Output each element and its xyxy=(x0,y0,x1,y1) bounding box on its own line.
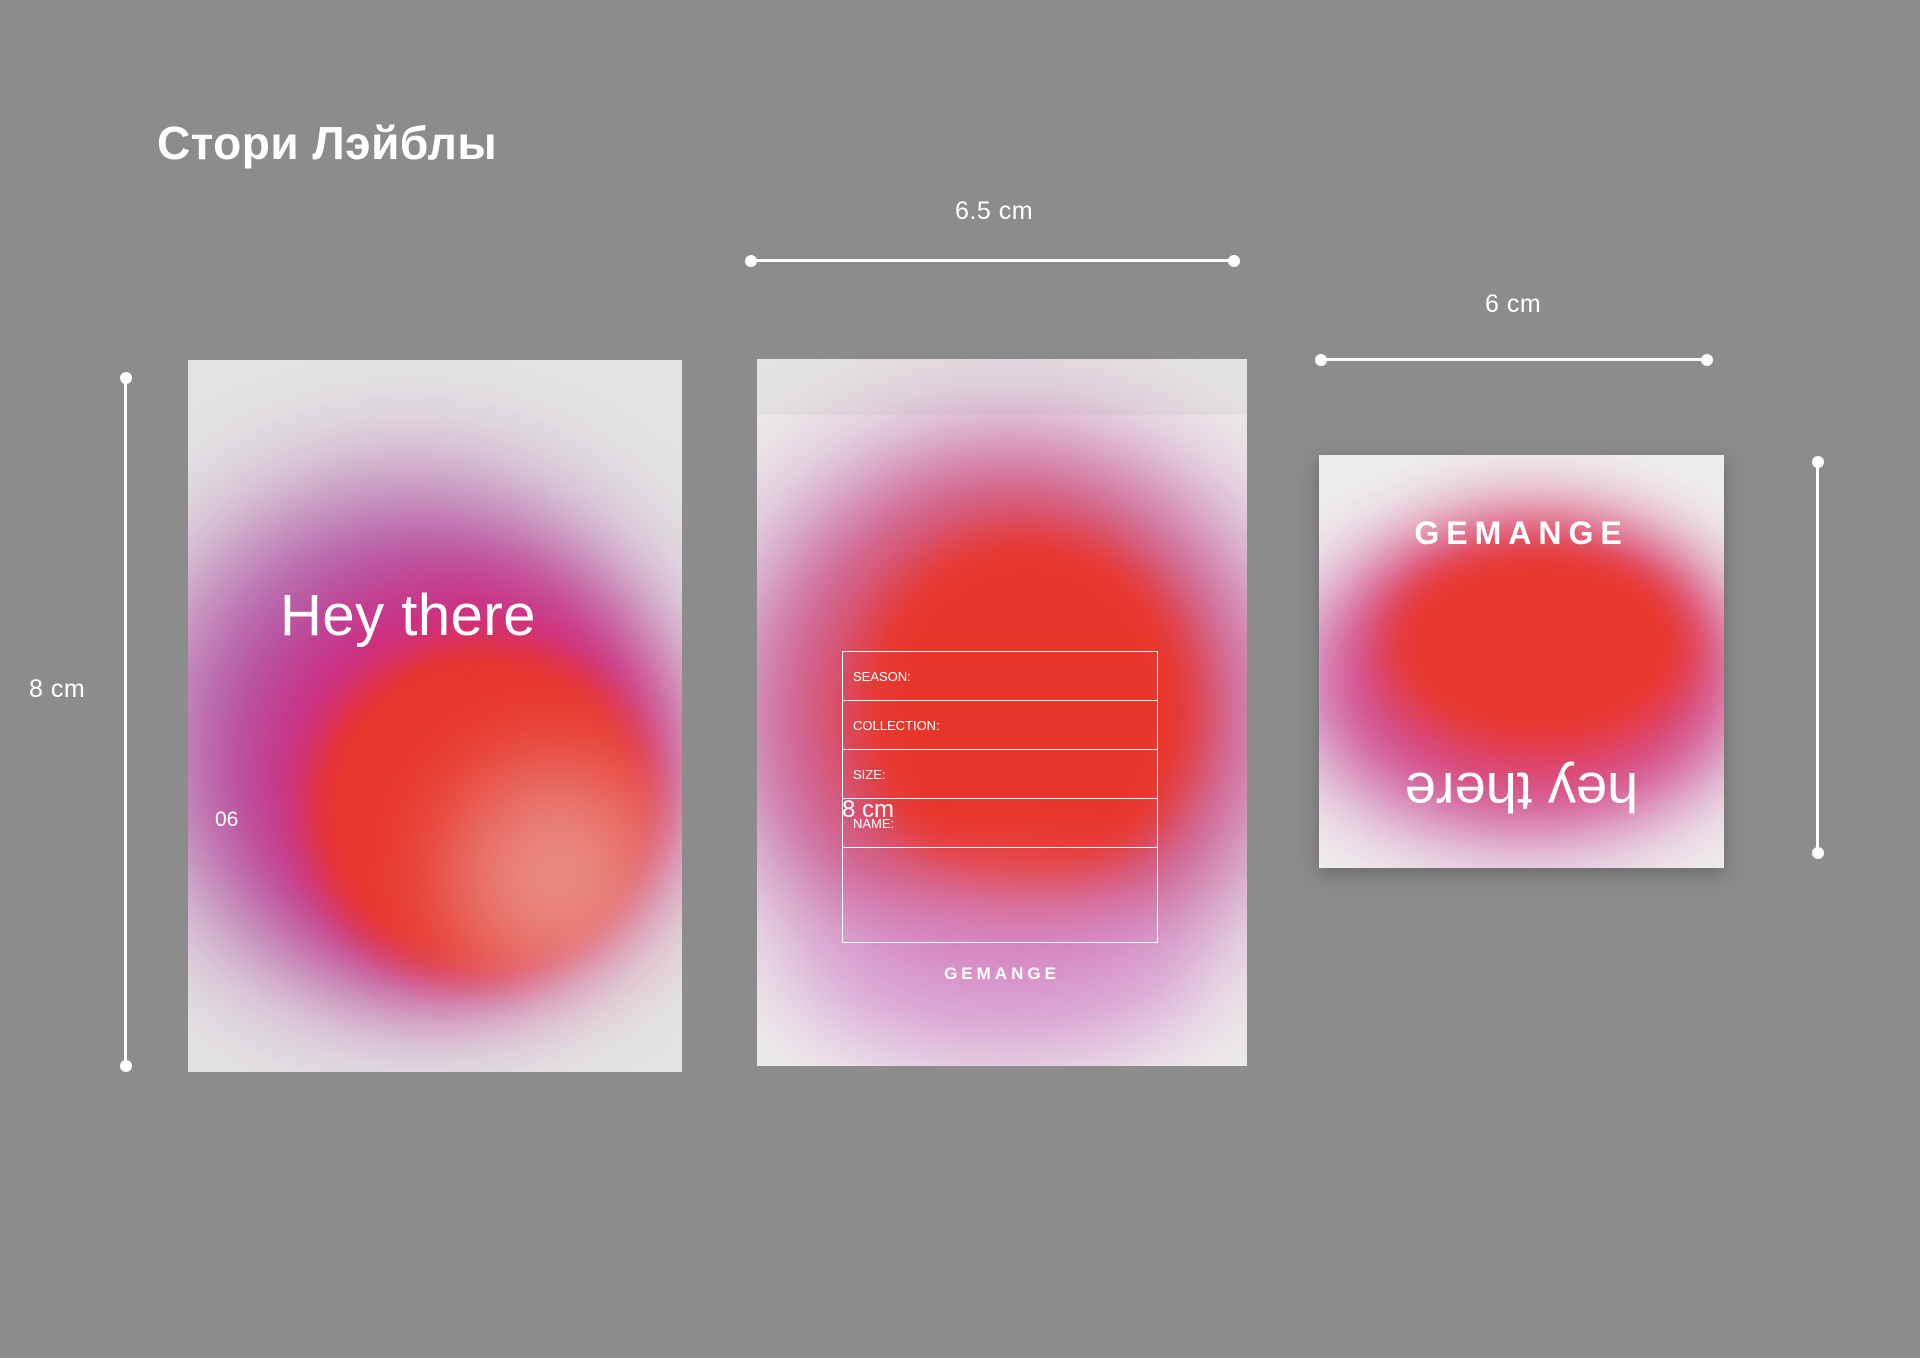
overlay-dimension-label: 8 cm xyxy=(842,796,895,823)
brand-logo: GEMANGE xyxy=(944,964,1060,983)
width-measure-line xyxy=(752,259,1234,262)
height-measure-line xyxy=(124,379,127,1067)
gradient-blob xyxy=(1389,545,1689,745)
gradient-blob xyxy=(448,760,668,990)
measure-endpoint xyxy=(1228,255,1240,267)
measure-endpoint xyxy=(1812,847,1824,859)
tagline-upside-down: hey there xyxy=(1404,761,1639,824)
width-measure-line xyxy=(1322,358,1708,361)
card-top-strip xyxy=(757,359,1247,415)
story-number: 06 xyxy=(215,808,239,831)
measure-endpoint xyxy=(1701,354,1713,366)
measure-endpoint xyxy=(745,255,757,267)
width-label-card-square: 6 cm xyxy=(1485,290,1542,318)
form-row-size: SIZE: xyxy=(843,750,1157,799)
form-label-card: SEASON: COLLECTION: SIZE: NAME: 8 cm GEM… xyxy=(757,359,1247,1066)
form-row-blank xyxy=(843,848,1157,943)
height-measure-line xyxy=(1816,462,1819,854)
measure-endpoint xyxy=(1812,456,1824,468)
story-label-card: Hey there 06 xyxy=(188,360,682,1072)
form-row-season: SEASON: xyxy=(843,652,1157,701)
measure-endpoint xyxy=(1315,354,1327,366)
width-label-card-form: 6.5 cm xyxy=(955,197,1034,225)
form-row-collection: COLLECTION: xyxy=(843,701,1157,750)
page-title: Стори Лэйблы xyxy=(157,117,498,169)
measure-endpoint xyxy=(120,372,132,384)
measure-endpoint xyxy=(120,1060,132,1072)
brand-logo: GEMANGE xyxy=(1414,515,1629,551)
square-label-card: GEMANGE hey there xyxy=(1319,455,1724,868)
story-heading: Hey there xyxy=(280,583,536,648)
height-label-card-story: 8 cm xyxy=(29,675,86,703)
